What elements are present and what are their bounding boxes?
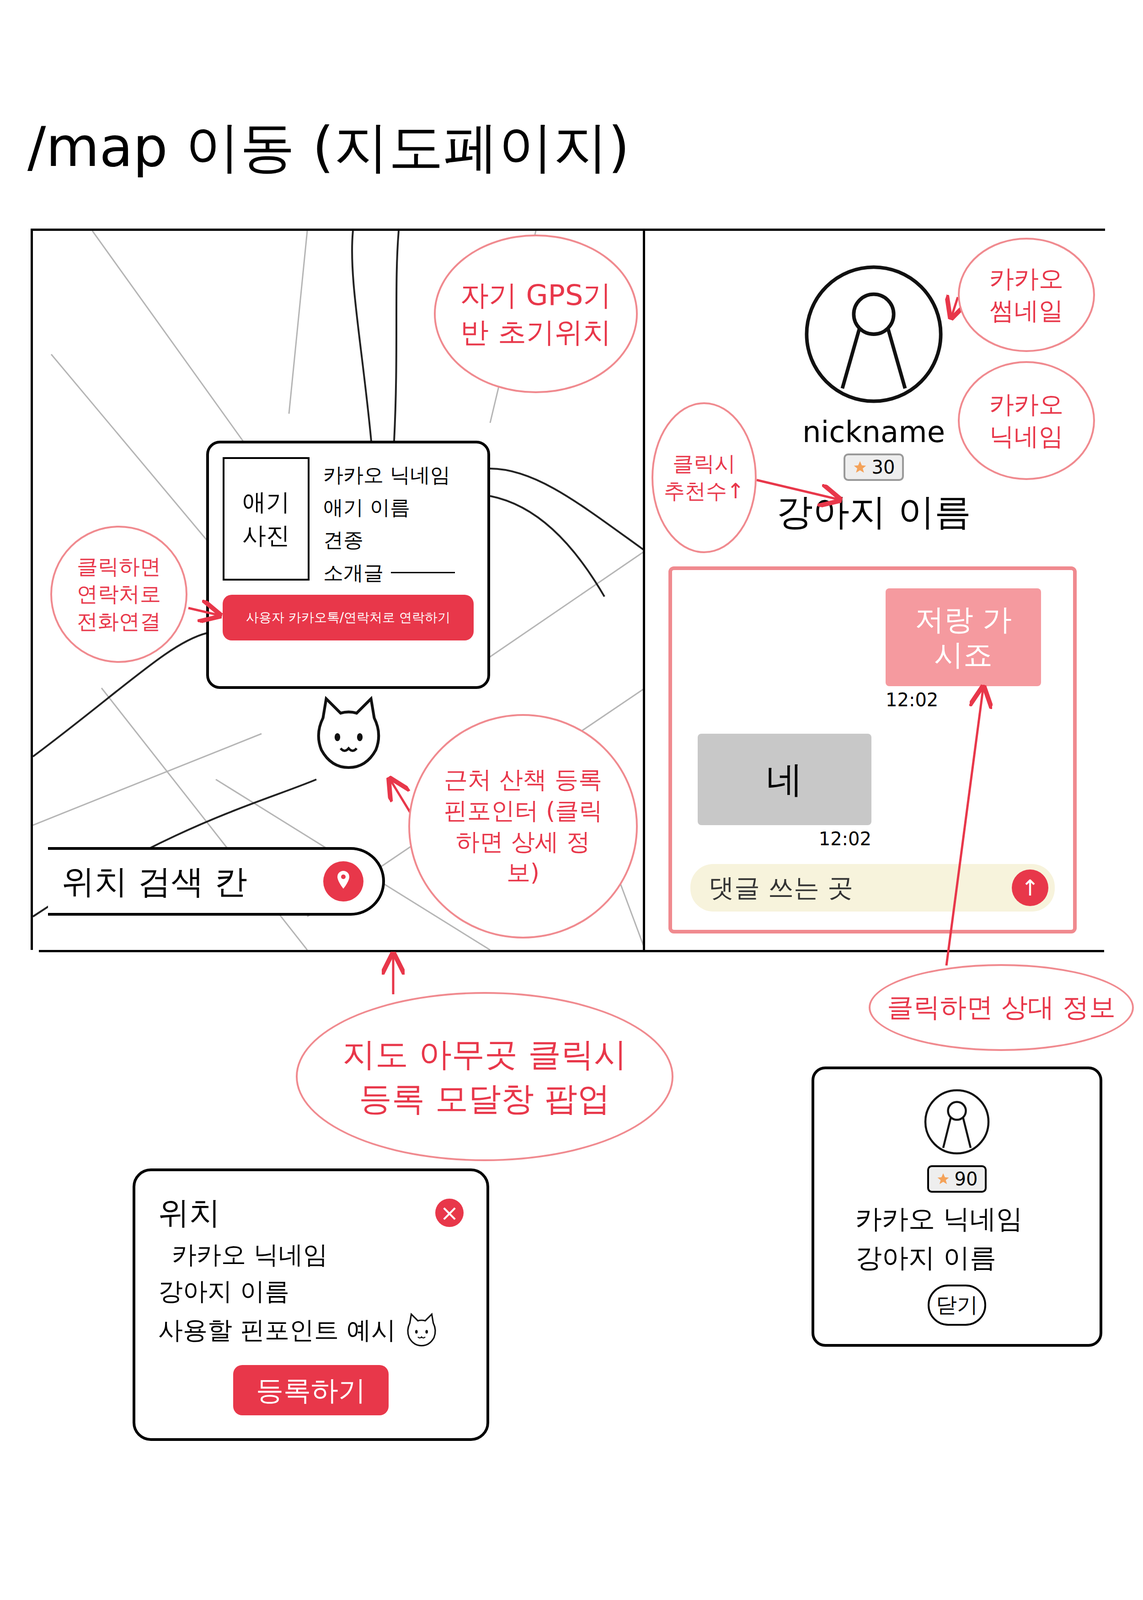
card-line: 견종 bbox=[323, 526, 455, 553]
register-modal-title: 위치 bbox=[158, 1194, 221, 1232]
annotation-bubble: 지도 아무곳 클릭시 등록 모달창 팝업 bbox=[295, 992, 674, 1162]
profile-info-line: 카카오 닉네임 bbox=[855, 1201, 1023, 1237]
card-line: 카카오 닉네임 bbox=[323, 461, 455, 488]
frame-bottom-line bbox=[38, 950, 1105, 953]
card-body: 애기 사진 카카오 닉네임애기 이름견종소개글 bbox=[222, 457, 474, 586]
comment-input-label: 댓글 쓰는 곳 bbox=[708, 868, 854, 908]
search-label: 위치 검색 칸 bbox=[61, 856, 248, 907]
profile-avatar-icon bbox=[922, 1087, 992, 1157]
register-field: 카카오 닉네임 bbox=[158, 1239, 464, 1272]
kakao-thumbnail-icon[interactable] bbox=[802, 262, 946, 406]
annotation-bubble: 자기 GPS기반 초기위치 bbox=[433, 234, 638, 394]
profile-like-count: 90 bbox=[954, 1168, 978, 1191]
dog-name: 강아지 이름 bbox=[776, 490, 971, 535]
dog-photo: 애기 사진 bbox=[222, 457, 310, 581]
card-info: 카카오 닉네임애기 이름견종소개글 bbox=[323, 457, 455, 586]
sketch-page: /map 이동 (지도페이지) 애기 사진 카카오 닉네임 bbox=[0, 0, 1143, 1600]
message-text: 네 bbox=[766, 752, 803, 807]
message: 저랑 가시죠 12:02 bbox=[885, 588, 1042, 711]
like-count: 30 bbox=[871, 456, 896, 479]
card-line: 소개글 bbox=[323, 559, 455, 586]
send-button[interactable]: ↑ bbox=[1011, 869, 1049, 907]
register-modal: 위치 × 카카오 닉네임강아지 이름사용할 핀포인트 예시 등록하기 bbox=[132, 1168, 490, 1442]
message-time: 12:02 bbox=[818, 827, 872, 850]
my-message-bubble[interactable]: 저랑 가시죠 bbox=[885, 588, 1042, 687]
contact-button[interactable]: 사용자 카카오톡/연락처로 연락하기 bbox=[222, 594, 474, 641]
message-text: 저랑 가시죠 bbox=[914, 602, 1012, 672]
register-field-text: 사용할 핀포인트 예시 bbox=[158, 1314, 396, 1347]
close-profile-button[interactable]: 닫기 bbox=[927, 1284, 987, 1326]
card-line-text: 애기 이름 bbox=[323, 494, 411, 521]
page-title: /map 이동 (지도페이지) bbox=[27, 114, 630, 181]
cat-pin-icon bbox=[403, 1312, 440, 1349]
register-fields: 카카오 닉네임강아지 이름사용할 핀포인트 예시 bbox=[158, 1239, 464, 1349]
other-message-bubble[interactable]: 네 bbox=[697, 733, 872, 826]
nickname: nickname bbox=[802, 414, 946, 450]
register-field-text: 강아지 이름 bbox=[158, 1275, 290, 1308]
cat-pin-icon[interactable] bbox=[308, 694, 389, 775]
register-field: 강아지 이름 bbox=[158, 1275, 464, 1308]
like-badge[interactable]: 30 bbox=[843, 453, 905, 481]
annotation-bubble: 카카오 썸네일 bbox=[957, 237, 1095, 353]
register-button[interactable]: 등록하기 bbox=[233, 1365, 389, 1416]
annotation-bubble: 클릭시 추천수↑ bbox=[651, 402, 757, 554]
intro-line bbox=[390, 571, 455, 574]
annotation-bubble: 근처 산책 등록 핀포인터 (클릭하면 상세 정보) bbox=[408, 714, 638, 939]
card-line-text: 카카오 닉네임 bbox=[323, 461, 451, 488]
close-button[interactable]: × bbox=[435, 1198, 464, 1228]
message-time: 12:02 bbox=[885, 689, 939, 711]
annotation-bubble: 클릭하면 연락처로 전화연결 bbox=[50, 525, 188, 663]
message-list: 저랑 가시죠 12:02 네 12:02 bbox=[690, 588, 1055, 850]
location-pin-icon[interactable] bbox=[322, 860, 364, 903]
profile-like-badge: 90 bbox=[927, 1165, 988, 1193]
card-line-text: 소개글 bbox=[323, 559, 384, 586]
comment-input[interactable]: 댓글 쓰는 곳 ↑ bbox=[690, 864, 1055, 912]
walk-detail-card[interactable]: 애기 사진 카카오 닉네임애기 이름견종소개글 사용자 카카오톡/연락처로 연락… bbox=[206, 440, 491, 690]
profile-info: 카카오 닉네임강아지 이름 bbox=[832, 1201, 1023, 1276]
annotation-bubble: 클릭하면 상대 정보 bbox=[868, 964, 1134, 1052]
profile-info-line: 강아지 이름 bbox=[855, 1240, 1023, 1276]
message: 네 12:02 bbox=[697, 733, 872, 850]
register-modal-header: 위치 × bbox=[158, 1194, 464, 1232]
register-field-text: 카카오 닉네임 bbox=[171, 1239, 328, 1272]
star-icon bbox=[936, 1172, 951, 1186]
card-line: 애기 이름 bbox=[323, 494, 455, 521]
chat-box: 저랑 가시죠 12:02 네 12:02 댓글 쓰는 곳 ↑ bbox=[668, 566, 1077, 934]
profile-modal: 90 카카오 닉네임강아지 이름 닫기 bbox=[811, 1066, 1103, 1347]
annotation-bubble: 카카오 닉네임 bbox=[957, 361, 1095, 481]
location-search-bar[interactable]: 위치 검색 칸 bbox=[48, 847, 385, 916]
star-icon bbox=[852, 459, 868, 475]
register-field: 사용할 핀포인트 예시 bbox=[158, 1312, 464, 1349]
card-line-text: 견종 bbox=[323, 526, 364, 553]
